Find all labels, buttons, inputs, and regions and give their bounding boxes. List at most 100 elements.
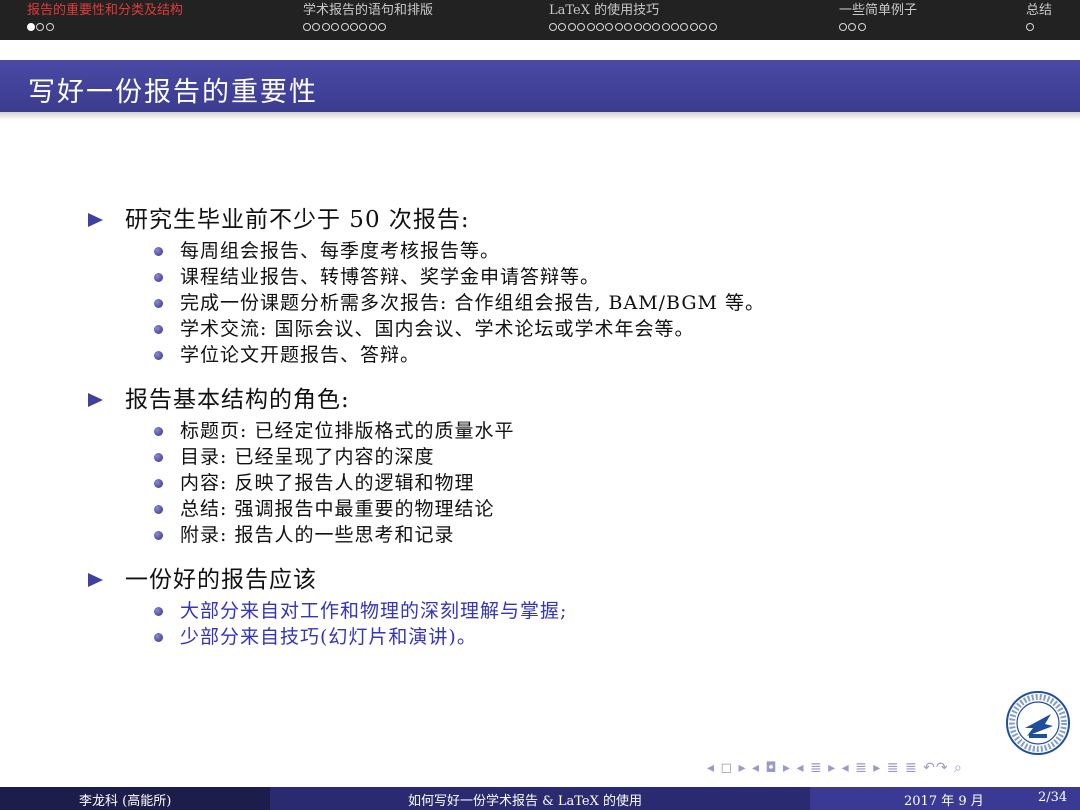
list-item: 每周组会报告、每季度考核报告等。 [88,238,988,264]
list-item: 目录: 已经呈现了内容的深度 [88,444,988,470]
section-navigation-bar: 报告的重要性和分类及结构 学术报告的语句和排版 LaTeX 的使用技巧 一些简单… [0,0,1080,40]
nav-dot[interactable] [558,23,567,31]
ball-bullet-icon [154,299,163,308]
nav-dot[interactable] [671,23,680,31]
ball-bullet-icon [154,607,163,616]
list-item-text: 学位论文开题报告、答辩。 [180,344,421,366]
ball-bullet-icon [154,273,163,282]
nav-dot[interactable] [652,23,661,31]
nav-dot[interactable] [340,23,349,31]
triangle-bullet-icon [88,573,103,587]
list-item: 少部分来自技巧(幻灯片和演讲)。 [88,624,988,650]
footer-author: 李龙科 (高能所) [79,794,172,809]
footline: 李龙科 (高能所) 如何写好一份学术报告 & LaTeX 的使用 2017 年 … [0,787,1080,810]
nav-dot[interactable] [549,23,557,31]
section-heading: 研究生毕业前不少于 50 次报告: [88,202,988,238]
content-section: 一份好的报告应该 大部分来自对工作和物理的深刻理解与掌握; 少部分来自技巧(幻灯… [88,562,988,650]
list-item-text: 总结: 强调报告中最重要的物理结论 [180,498,495,520]
nav-dot[interactable] [624,23,633,31]
footer-title-box: 如何写好一份学术报告 & LaTeX 的使用 [270,787,810,810]
ball-bullet-icon [154,453,163,462]
list-item: 完成一份课题分析需多次报告: 合作组组会报告, BAM/BGM 等。 [88,290,988,316]
nav-dot[interactable] [378,23,387,31]
nav-dot[interactable] [577,23,586,31]
nav-dot[interactable] [321,23,330,31]
title-shadow [0,112,1080,120]
triangle-bullet-icon [88,213,103,227]
content-section: 报告基本结构的角色: 标题页: 已经定位排版格式的质量水平 目录: 已经呈现了内… [88,382,988,548]
nav-section-3[interactable]: LaTeX 的使用技巧 [549,2,718,35]
nav-dot[interactable] [368,23,377,31]
nav-dot[interactable] [605,23,614,31]
ball-bullet-icon [154,633,163,642]
nav-dot[interactable] [848,23,857,31]
list-item-text: 附录: 报告人的一些思考和记录 [180,524,455,546]
nav-dot[interactable] [699,23,708,31]
footer-author-box: 李龙科 (高能所) [0,787,270,810]
list-item-text: 每周组会报告、每季度考核报告等。 [180,240,501,262]
nav-dot[interactable] [661,23,670,31]
nav-dot[interactable] [36,23,45,31]
nav-dot[interactable] [633,23,642,31]
list-item-text: 少部分来自技巧(幻灯片和演讲)。 [180,626,477,648]
nav-dot[interactable] [567,23,576,31]
list-item-text: 目录: 已经呈现了内容的深度 [180,446,435,468]
nav-section-title[interactable]: 学术报告的语句和排版 [303,2,433,20]
list-item: 附录: 报告人的一些思考和记录 [88,522,988,548]
nav-dot[interactable] [614,23,623,31]
subsection-dots[interactable] [303,23,433,35]
ball-bullet-icon [154,427,163,436]
nav-dot[interactable] [857,23,866,31]
list-item-text: 大部分来自对工作和物理的深刻理解与掌握; [180,600,568,622]
beamer-navigation-symbols[interactable]: ◂ ◻ ▸ ◂ ◘ ▸ ◂ ≣ ▸ ◂ ≣ ▸ ≣ ≣ ↶↷ ⌕ [707,760,963,776]
nav-section-title[interactable]: 总结 [1026,2,1052,20]
nav-dot[interactable] [1026,23,1034,31]
nav-section-4[interactable]: 一些简单例子 [839,2,917,35]
subsection-dots[interactable] [1026,23,1052,35]
nav-dot[interactable] [331,23,340,31]
nav-dot[interactable] [349,23,358,31]
nav-section-title[interactable]: 报告的重要性和分类及结构 [27,2,183,20]
list-item-text: 标题页: 已经定位排版格式的质量水平 [180,420,515,442]
nav-dot[interactable] [586,23,595,31]
subsection-dots[interactable] [27,23,183,35]
list-item: 标题页: 已经定位排版格式的质量水平 [88,418,988,444]
list-item: 总结: 强调报告中最重要的物理结论 [88,496,988,522]
list-item: 内容: 反映了报告人的逻辑和物理 [88,470,988,496]
ball-bullet-icon [154,531,163,540]
nav-section-5[interactable]: 总结 [1026,2,1052,35]
nav-section-1[interactable]: 报告的重要性和分类及结构 [27,2,183,35]
footer-date: 2017 年 9 月 [904,794,984,809]
frame-title-bar: 写好一份报告的重要性 [0,60,1080,112]
nav-dot[interactable] [45,23,54,31]
section-heading-text: 报告基本结构的角色: [125,387,350,413]
nav-dot[interactable] [359,23,368,31]
triangle-bullet-icon [88,393,103,407]
ball-bullet-icon [154,479,163,488]
list-item: 学位论文开题报告、答辩。 [88,342,988,368]
list-item: 大部分来自对工作和物理的深刻理解与掌握; [88,598,988,624]
subsection-dots[interactable] [549,23,718,35]
frame-title: 写好一份报告的重要性 [28,77,318,108]
nav-dot[interactable] [27,23,35,31]
list-item: 课程结业报告、转博答辩、奖学金申请答辩等。 [88,264,988,290]
list-item-text: 学术交流: 国际会议、国内会议、学术论坛或学术年会等。 [180,318,695,340]
section-heading-text: 一份好的报告应该 [125,567,317,593]
nav-dot[interactable] [595,23,604,31]
nav-section-title[interactable]: 一些简单例子 [839,2,917,20]
footer-date-box: 2017 年 9 月 2/34 [810,787,1080,810]
subsection-dots[interactable] [839,23,917,35]
ball-bullet-icon [154,247,163,256]
ball-bullet-icon [154,325,163,334]
nav-dot[interactable] [642,23,651,31]
nav-dot[interactable] [708,23,717,31]
nav-dot[interactable] [303,23,311,31]
nav-dot[interactable] [689,23,698,31]
nav-dot[interactable] [680,23,689,31]
section-heading: 报告基本结构的角色: [88,382,988,418]
nav-section-title[interactable]: LaTeX 的使用技巧 [549,2,718,20]
nav-section-2[interactable]: 学术报告的语句和排版 [303,2,433,35]
nav-dot[interactable] [312,23,321,31]
page-number: 2/34 [1038,790,1068,805]
nav-dot[interactable] [839,23,847,31]
